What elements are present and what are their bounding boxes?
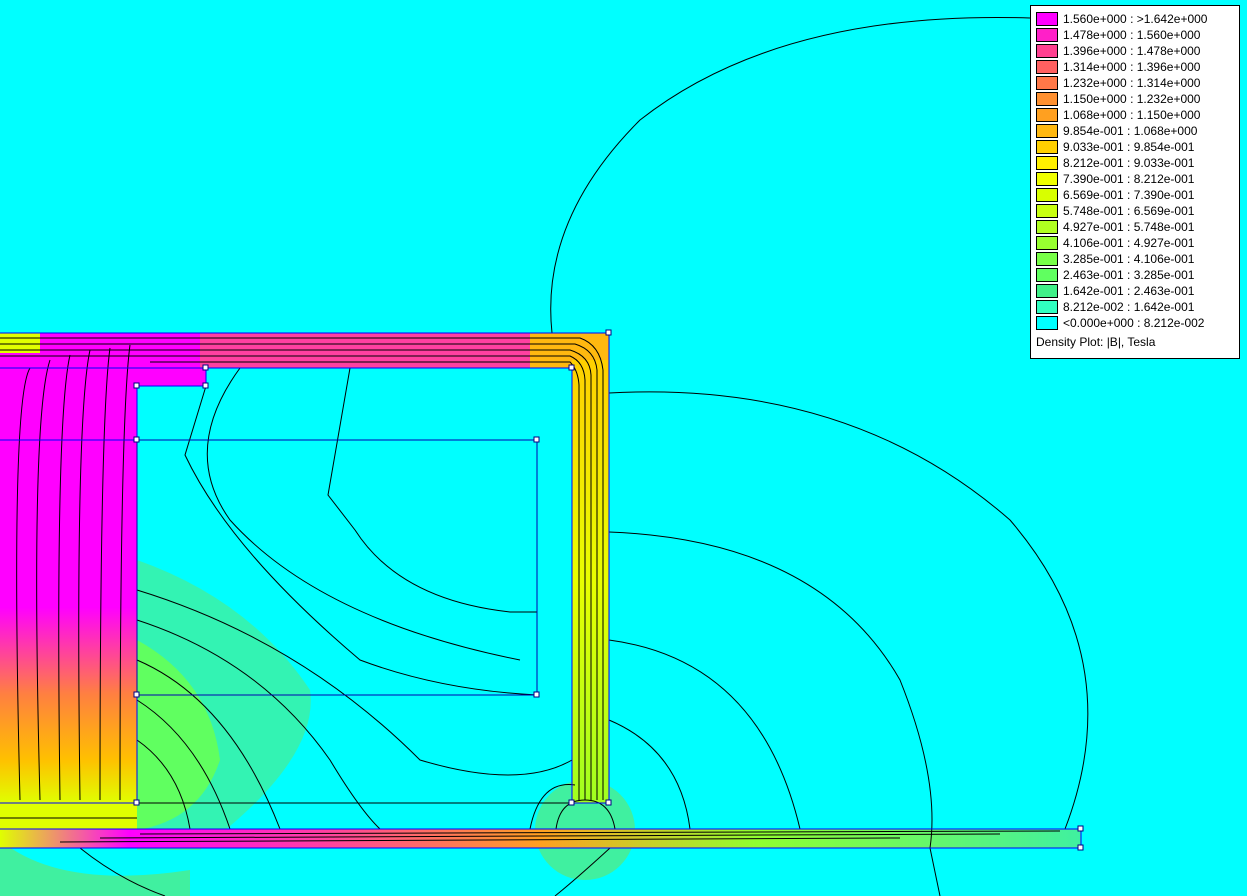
legend-swatch: [1036, 268, 1058, 282]
legend-rows: 1.560e+000 : >1.642e+000 1.478e+000 : 1.5…: [1036, 11, 1239, 331]
legend-swatch: [1036, 28, 1058, 42]
legend-label: 7.390e-001 : 8.212e-001: [1063, 172, 1195, 186]
legend-swatch: [1036, 12, 1058, 26]
legend-swatch: [1036, 284, 1058, 298]
legend-label: 1.560e+000 : >1.642e+000: [1063, 12, 1208, 26]
legend-item: 1.314e+000 : 1.396e+000: [1036, 59, 1239, 75]
legend-label: 1.068e+000 : 1.150e+000: [1063, 108, 1201, 122]
legend-label: 1.150e+000 : 1.232e+000: [1063, 92, 1201, 106]
legend-label: 5.748e-001 : 6.569e-001: [1063, 204, 1195, 218]
legend-label: 6.569e-001 : 7.390e-001: [1063, 188, 1195, 202]
legend-label: 1.478e+000 : 1.560e+000: [1063, 28, 1201, 42]
legend-swatch: [1036, 108, 1058, 122]
legend-item: 4.927e-001 : 5.748e-001: [1036, 219, 1239, 235]
legend-item: 9.033e-001 : 9.854e-001: [1036, 139, 1239, 155]
legend-label: 2.463e-001 : 3.285e-001: [1063, 268, 1195, 282]
legend-item: 7.390e-001 : 8.212e-001: [1036, 171, 1239, 187]
legend-caption: Density Plot: |B|, Tesla: [1036, 335, 1156, 349]
legend-swatch: [1036, 60, 1058, 74]
legend-item: 8.212e-001 : 9.033e-001: [1036, 155, 1239, 171]
legend-label: 8.212e-002 : 1.642e-001: [1063, 300, 1195, 314]
legend-item: 1.560e+000 : >1.642e+000: [1036, 11, 1239, 27]
legend-item: 4.106e-001 : 4.927e-001: [1036, 235, 1239, 251]
legend-swatch: [1036, 156, 1058, 170]
legend-item: <0.000e+000 : 8.212e-002: [1036, 315, 1239, 331]
legend-item: 5.748e-001 : 6.569e-001: [1036, 203, 1239, 219]
legend-label: 3.285e-001 : 4.106e-001: [1063, 252, 1195, 266]
legend-item: 6.569e-001 : 7.390e-001: [1036, 187, 1239, 203]
legend-swatch: [1036, 188, 1058, 202]
density-legend: 1.560e+000 : >1.642e+000 1.478e+000 : 1.5…: [1030, 5, 1240, 359]
legend-swatch: [1036, 140, 1058, 154]
legend-item: 3.285e-001 : 4.106e-001: [1036, 251, 1239, 267]
legend-label: 4.106e-001 : 4.927e-001: [1063, 236, 1195, 250]
legend-item: 1.232e+000 : 1.314e+000: [1036, 75, 1239, 91]
legend-label: 1.642e-001 : 2.463e-001: [1063, 284, 1195, 298]
legend-swatch: [1036, 252, 1058, 266]
legend-item: 2.463e-001 : 3.285e-001: [1036, 267, 1239, 283]
legend-item: 1.642e-001 : 2.463e-001: [1036, 283, 1239, 299]
legend-label: 9.033e-001 : 9.854e-001: [1063, 140, 1195, 154]
legend-swatch: [1036, 172, 1058, 186]
legend-label: <0.000e+000 : 8.212e-002: [1063, 316, 1205, 330]
legend-item: 1.396e+000 : 1.478e+000: [1036, 43, 1239, 59]
legend-swatch: [1036, 44, 1058, 58]
legend-item: 1.478e+000 : 1.560e+000: [1036, 27, 1239, 43]
legend-label: 1.396e+000 : 1.478e+000: [1063, 44, 1201, 58]
legend-item: 8.212e-002 : 1.642e-001: [1036, 299, 1239, 315]
legend-swatch: [1036, 204, 1058, 218]
legend-item: 9.854e-001 : 1.068e+000: [1036, 123, 1239, 139]
legend-swatch: [1036, 300, 1058, 314]
legend-label: 8.212e-001 : 9.033e-001: [1063, 156, 1195, 170]
legend-label: 9.854e-001 : 1.068e+000: [1063, 124, 1198, 138]
legend-label: 4.927e-001 : 5.748e-001: [1063, 220, 1195, 234]
legend-item: 1.150e+000 : 1.232e+000: [1036, 91, 1239, 107]
legend-swatch: [1036, 124, 1058, 138]
legend-swatch: [1036, 92, 1058, 106]
legend-item: 1.068e+000 : 1.150e+000: [1036, 107, 1239, 123]
legend-label: 1.314e+000 : 1.396e+000: [1063, 60, 1201, 74]
legend-swatch: [1036, 236, 1058, 250]
legend-label: 1.232e+000 : 1.314e+000: [1063, 76, 1201, 90]
flux-lines: [0, 17, 1089, 896]
legend-swatch: [1036, 76, 1058, 90]
legend-swatch: [1036, 220, 1058, 234]
legend-swatch: [1036, 316, 1058, 330]
